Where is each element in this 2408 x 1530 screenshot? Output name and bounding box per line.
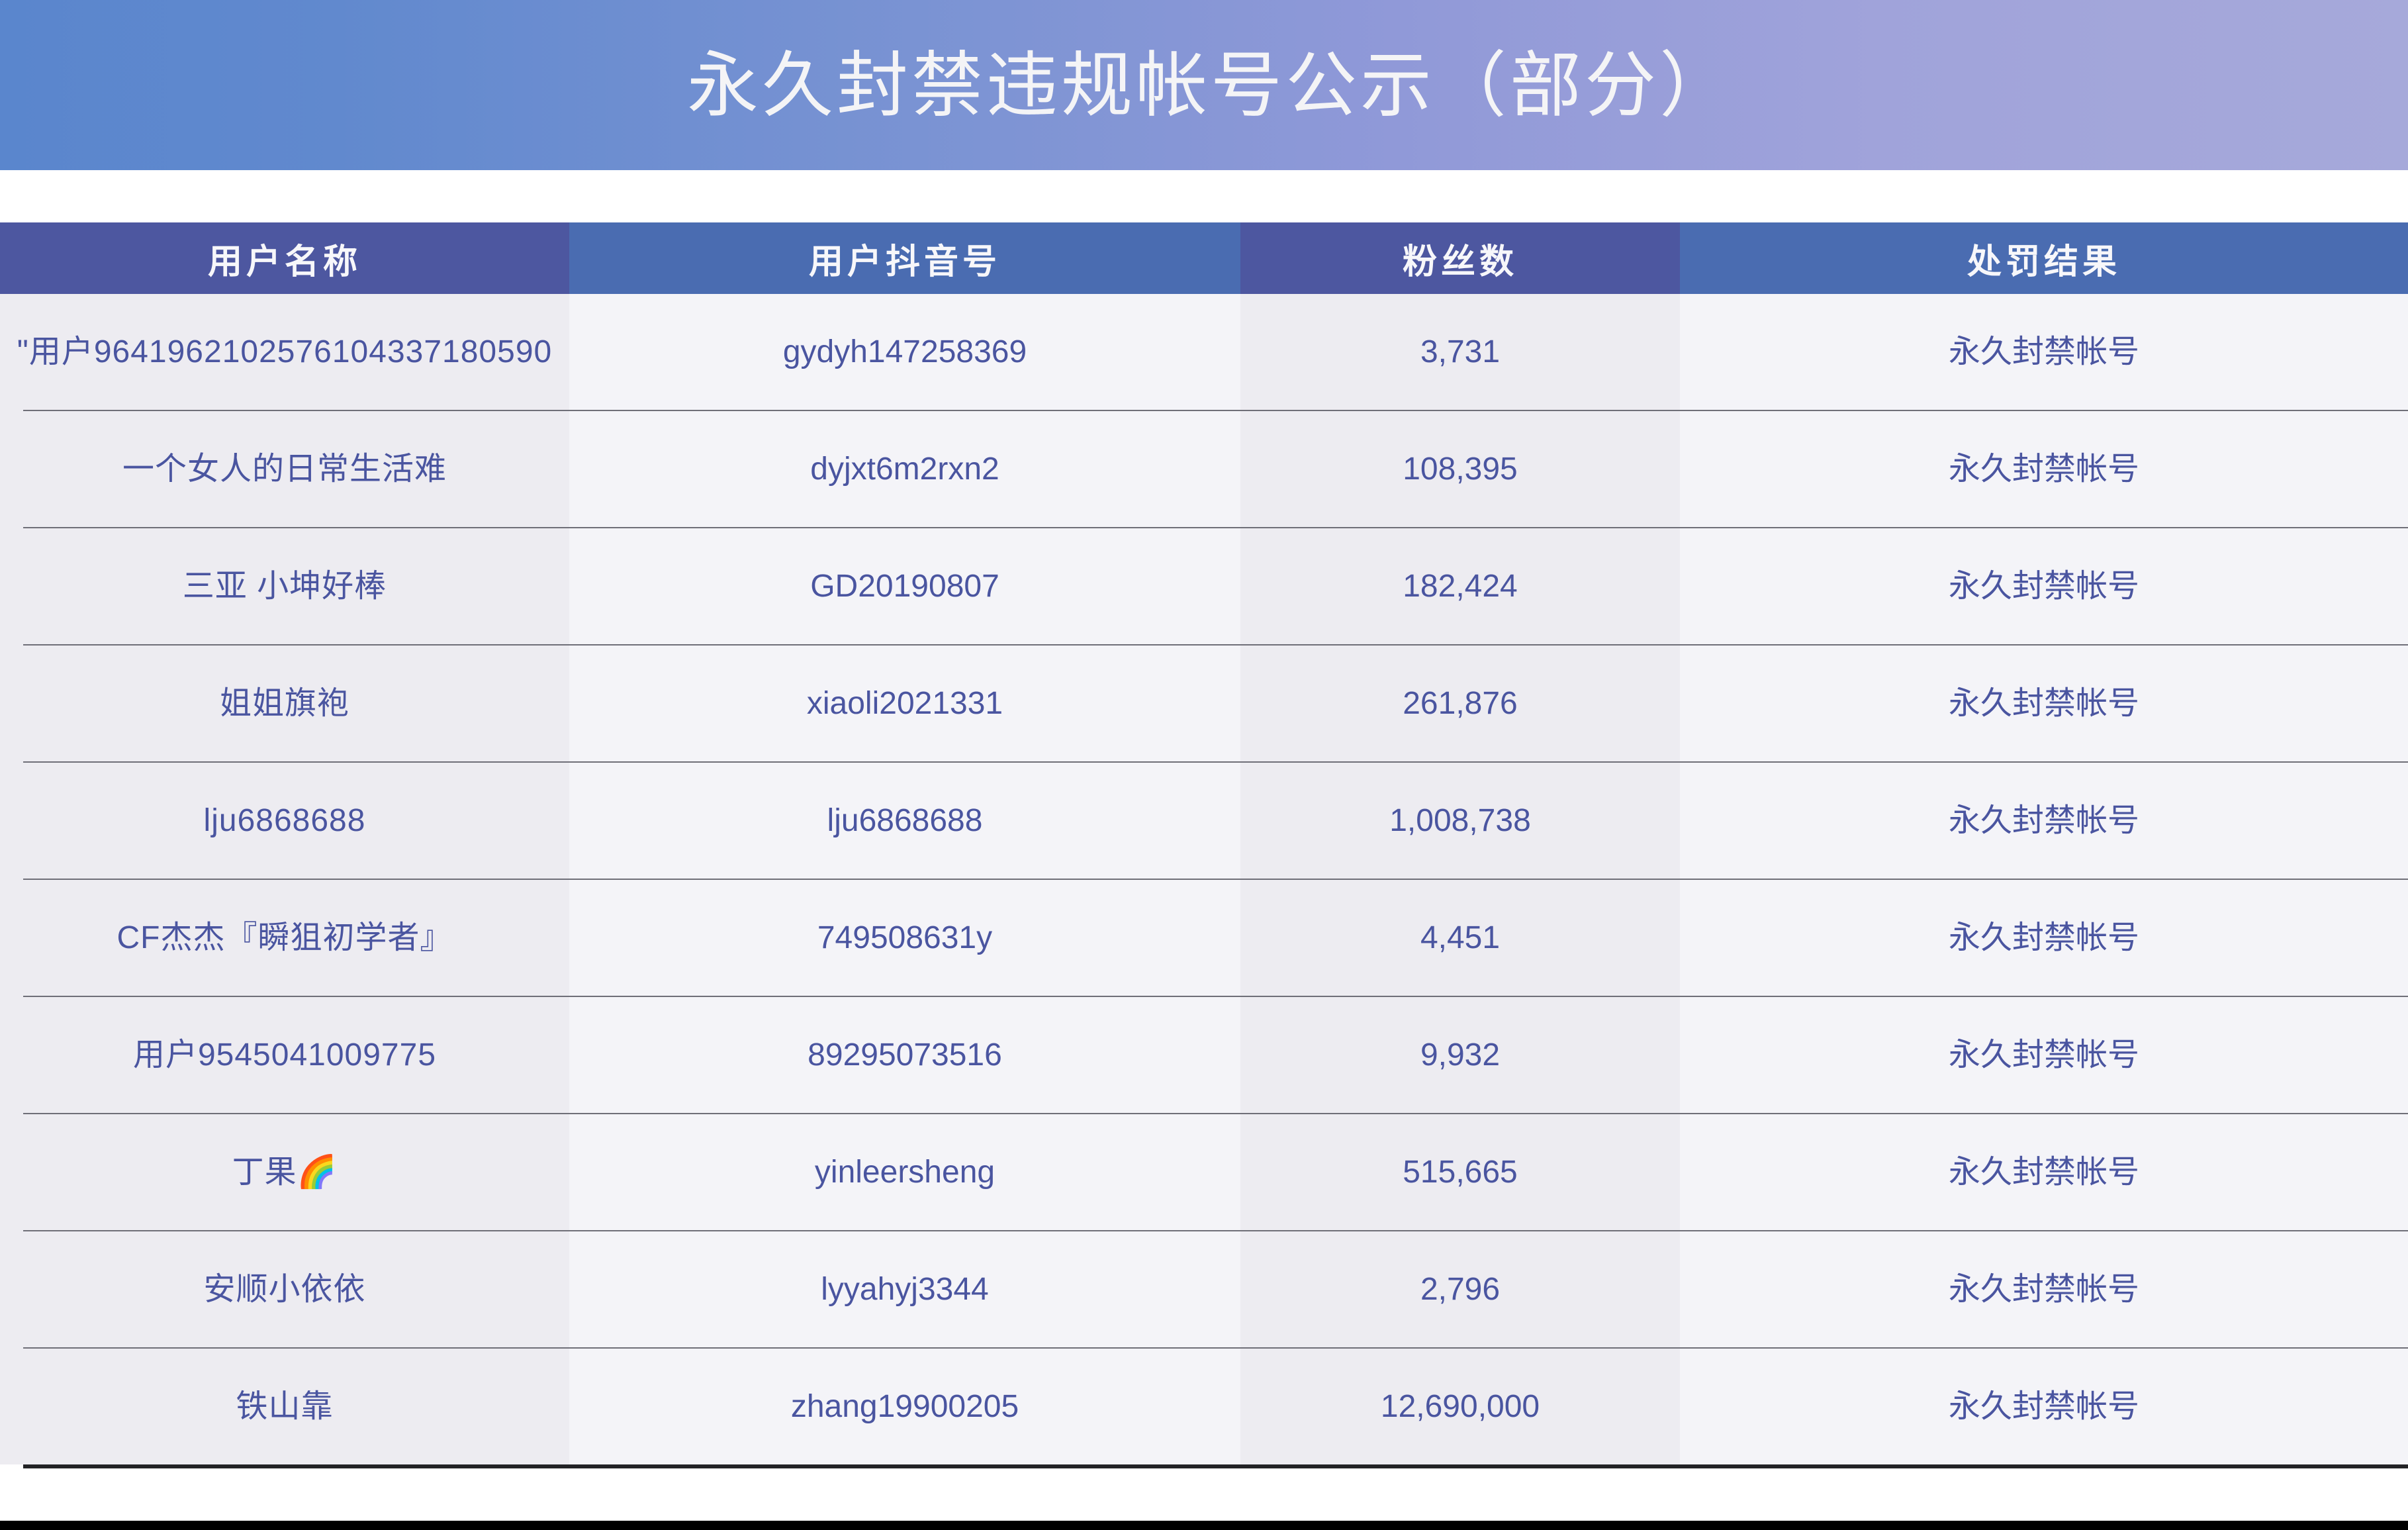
cell-fans: 9,932 <box>1240 996 1680 1114</box>
page-title: 永久封禁违规帐号公示（部分） <box>686 44 1734 125</box>
cell-penalty: 永久封禁帐号 <box>1680 1114 2408 1231</box>
cell-user-name: 一个女人的日常生活难 <box>0 410 569 528</box>
cell-fans: 1,008,738 <box>1240 762 1680 880</box>
cell-douyin-id: zhang19900205 <box>569 1348 1240 1468</box>
cell-penalty: 永久封禁帐号 <box>1680 294 2408 411</box>
cell-fans: 4,451 <box>1240 879 1680 997</box>
table-body: "用户9641962102576104337180590 gydyh147258… <box>0 294 2408 1468</box>
table-row: 一个女人的日常生活难 dyjxt6m2rxn2 108,395 永久封禁帐号 <box>0 410 2408 528</box>
table-row: lju6868688 lju6868688 1,008,738 永久封禁帐号 <box>0 762 2408 880</box>
cell-fans: 108,395 <box>1240 410 1680 528</box>
cell-penalty: 永久封禁帐号 <box>1680 762 2408 880</box>
cell-douyin-id: 89295073516 <box>569 996 1240 1114</box>
cell-user-name: 丁果🌈 <box>0 1114 569 1231</box>
column-header-penalty: 处罚结果 <box>1680 222 2408 294</box>
table-row: 三亚 小坤好棒 GD20190807 182,424 永久封禁帐号 <box>0 528 2408 645</box>
banned-accounts-table: 用户名称 用户抖音号 粉丝数 处罚结果 "用户96419621025761043… <box>0 222 2408 1468</box>
table-row: 安顺小依依 lyyahyj3344 2,796 永久封禁帐号 <box>0 1231 2408 1349</box>
cell-fans: 2,796 <box>1240 1231 1680 1349</box>
cell-penalty: 永久封禁帐号 <box>1680 879 2408 997</box>
cell-penalty: 永久封禁帐号 <box>1680 1348 2408 1468</box>
cell-fans: 515,665 <box>1240 1114 1680 1231</box>
table-row: 丁果🌈 yinleersheng 515,665 永久封禁帐号 <box>0 1114 2408 1231</box>
cell-user-name: "用户9641962102576104337180590 <box>0 294 569 411</box>
table-header-row: 用户名称 用户抖音号 粉丝数 处罚结果 <box>0 222 2408 294</box>
table-row: 用户9545041009775 89295073516 9,932 永久封禁帐号 <box>0 996 2408 1114</box>
column-header-douyin-id: 用户抖音号 <box>569 222 1240 294</box>
cell-penalty: 永久封禁帐号 <box>1680 410 2408 528</box>
table-row: CF杰杰『瞬狙初学者』 749508631y 4,451 永久封禁帐号 <box>0 879 2408 997</box>
cell-fans: 12,690,000 <box>1240 1348 1680 1468</box>
column-header-user-name: 用户名称 <box>0 222 569 294</box>
cell-douyin-id: dyjxt6m2rxn2 <box>569 410 1240 528</box>
cell-penalty: 永久封禁帐号 <box>1680 645 2408 763</box>
banned-accounts-table-wrapper: 用户名称 用户抖音号 粉丝数 处罚结果 "用户96419621025761043… <box>0 222 2408 1468</box>
cell-penalty: 永久封禁帐号 <box>1680 996 2408 1114</box>
cell-douyin-id: xiaoli2021331 <box>569 645 1240 763</box>
page-banner: 永久封禁违规帐号公示（部分） <box>0 0 2408 170</box>
cell-penalty: 永久封禁帐号 <box>1680 528 2408 645</box>
cell-user-name: 安顺小依依 <box>0 1231 569 1349</box>
cell-fans: 261,876 <box>1240 645 1680 763</box>
cell-user-name: 铁山靠 <box>0 1348 569 1468</box>
cell-douyin-id: lju6868688 <box>569 762 1240 880</box>
table-row: "用户9641962102576104337180590 gydyh147258… <box>0 294 2408 411</box>
table-row: 铁山靠 zhang19900205 12,690,000 永久封禁帐号 <box>0 1348 2408 1468</box>
cell-user-name: 用户9545041009775 <box>0 996 569 1114</box>
cell-user-name: CF杰杰『瞬狙初学者』 <box>0 879 569 997</box>
column-header-fans: 粉丝数 <box>1240 222 1680 294</box>
cell-user-name: 三亚 小坤好棒 <box>0 528 569 645</box>
cell-douyin-id: lyyahyj3344 <box>569 1231 1240 1349</box>
cell-user-name: 姐姐旗袍 <box>0 645 569 763</box>
cell-douyin-id: gydyh147258369 <box>569 294 1240 411</box>
cell-douyin-id: 749508631y <box>569 879 1240 997</box>
cell-douyin-id: yinleersheng <box>569 1114 1240 1231</box>
cell-fans: 3,731 <box>1240 294 1680 411</box>
footer-bar <box>0 1521 2408 1530</box>
table-header: 用户名称 用户抖音号 粉丝数 处罚结果 <box>0 222 2408 294</box>
cell-penalty: 永久封禁帐号 <box>1680 1231 2408 1349</box>
cell-douyin-id: GD20190807 <box>569 528 1240 645</box>
table-row: 姐姐旗袍 xiaoli2021331 261,876 永久封禁帐号 <box>0 645 2408 763</box>
cell-fans: 182,424 <box>1240 528 1680 645</box>
cell-user-name: lju6868688 <box>0 762 569 880</box>
